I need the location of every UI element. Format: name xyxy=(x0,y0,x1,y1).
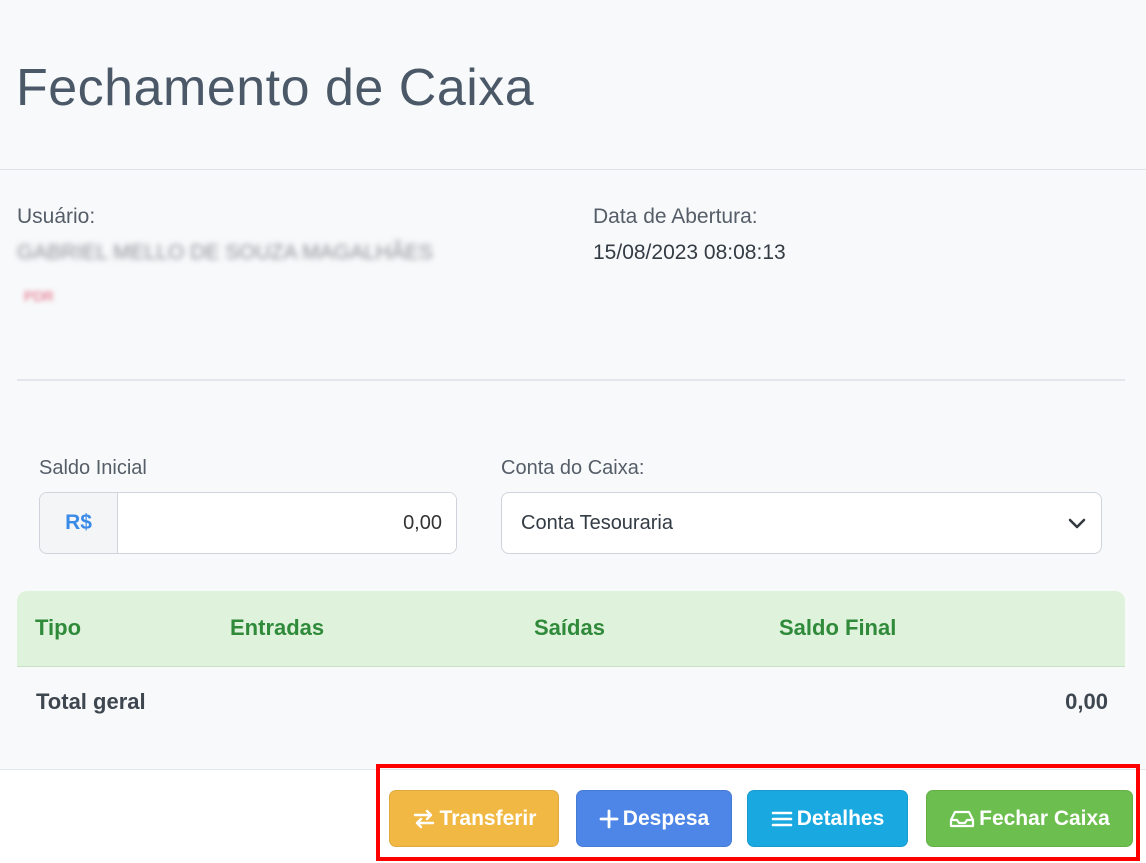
user-name: GABRIEL MELLO DE SOUZA MAGALHÃES xyxy=(17,241,433,264)
initial-balance-input[interactable] xyxy=(118,493,456,553)
open-date-label: Data de Abertura: xyxy=(593,205,758,228)
summary-table-header: Tipo Entradas Saídas Saldo Final xyxy=(17,591,1125,667)
section-divider xyxy=(17,379,1125,381)
column-header-tipo: Tipo xyxy=(35,615,82,640)
modal-header: Fechamento de Caixa xyxy=(0,0,1146,170)
account-selected-value: Conta Tesouraria xyxy=(521,511,673,534)
column-header-entradas: Entradas xyxy=(230,615,325,640)
initial-balance-label: Saldo Inicial xyxy=(39,457,147,479)
account-select[interactable]: Conta Tesouraria xyxy=(501,492,1102,554)
user-label: Usuário: xyxy=(17,205,96,228)
buttons-highlight-box xyxy=(376,764,1140,861)
currency-addon: R$ xyxy=(40,493,118,553)
user-tag: PDR xyxy=(24,288,54,304)
open-date-value: 15/08/2023 08:08:13 xyxy=(593,241,786,264)
total-label: Total geral xyxy=(36,689,146,714)
column-header-saldo-final: Saldo Final xyxy=(779,615,897,640)
chevron-down-icon xyxy=(1068,518,1086,529)
page-title: Fechamento de Caixa xyxy=(16,59,535,117)
column-header-saidas: Saídas xyxy=(534,615,605,640)
initial-balance-input-group: R$ xyxy=(39,492,457,554)
account-label: Conta do Caixa: xyxy=(501,457,645,479)
total-value: 0,00 xyxy=(1065,689,1108,714)
